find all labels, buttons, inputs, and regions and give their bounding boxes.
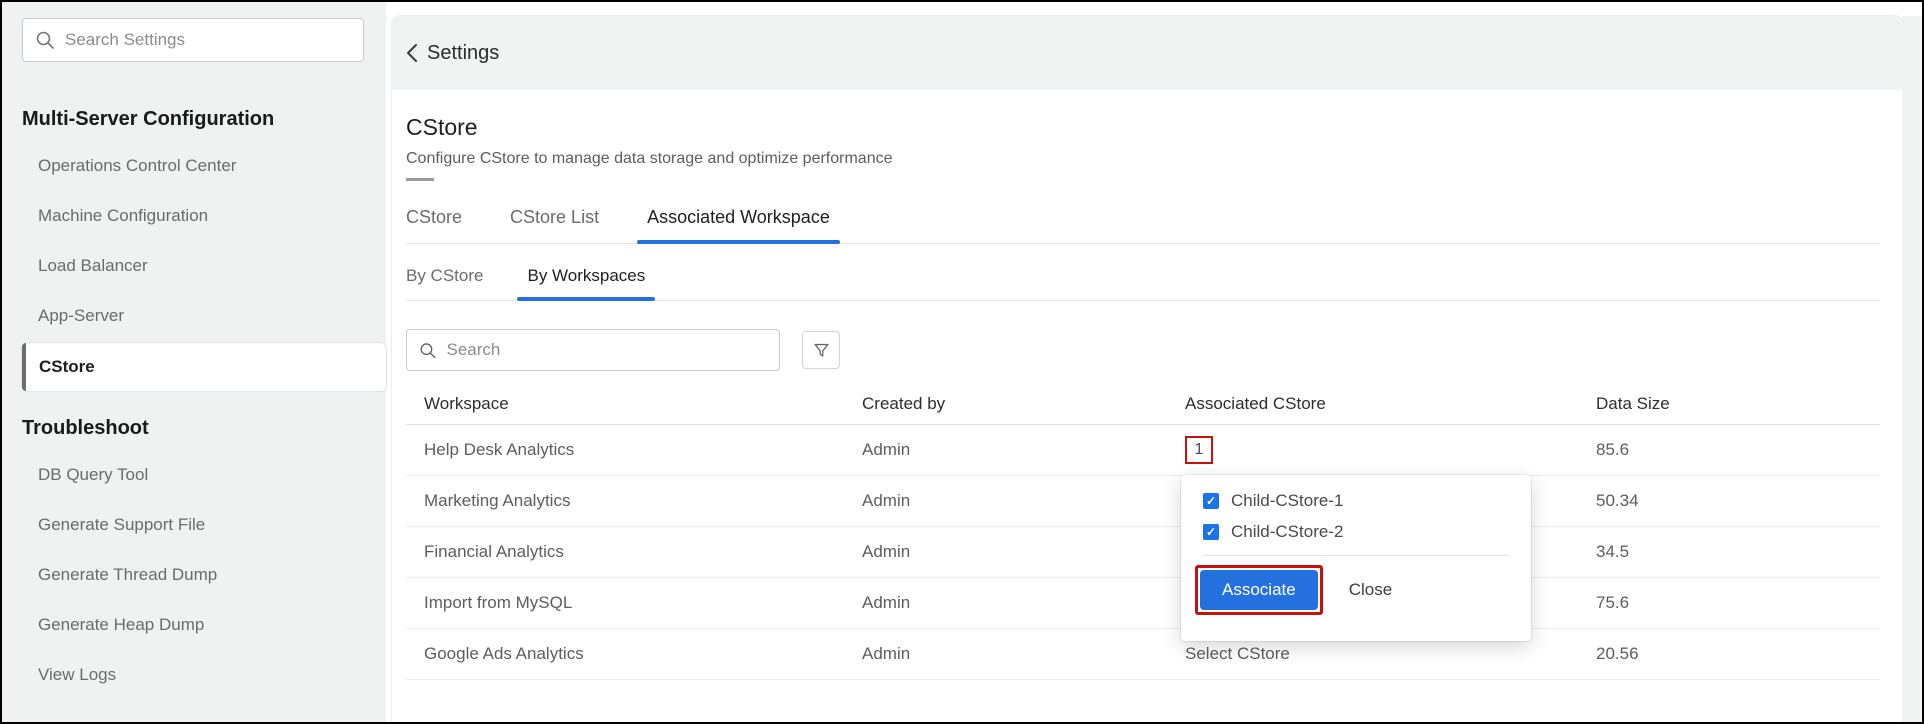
cell-created-by: Admin (844, 440, 1167, 460)
app-window: Multi-Server Configuration Operations Co… (0, 0, 1924, 724)
cell-created-by: Admin (844, 542, 1167, 562)
main-area: Settings CStore Configure CStore to mana… (386, 2, 1902, 722)
cell-created-by: Admin (844, 644, 1167, 664)
col-header-workspace: Workspace (406, 394, 844, 414)
right-gutter (1902, 16, 1922, 722)
popup-option-child-cstore-2[interactable]: ✓ Child-CStore-2 (1203, 522, 1531, 542)
sidebar-item-load-balancer[interactable]: Load Balancer (22, 241, 386, 291)
sidebar-search[interactable] (22, 18, 364, 62)
search-icon (35, 30, 55, 50)
cell-workspace: Help Desk Analytics (406, 440, 844, 460)
cell-data-size: 20.56 (1578, 644, 1880, 664)
cell-workspace: Financial Analytics (406, 542, 844, 562)
back-button[interactable] (406, 43, 418, 63)
page-subtitle: Configure CStore to manage data storage … (406, 150, 1902, 168)
sidebar-item-generate-heap-dump[interactable]: Generate Heap Dump (22, 600, 386, 650)
settings-sidebar: Multi-Server Configuration Operations Co… (2, 2, 386, 722)
cell-created-by: Admin (844, 593, 1167, 613)
cell-associated-cstore: 1 (1167, 436, 1578, 464)
tab-cstore-list[interactable]: CStore List (500, 207, 609, 243)
subtab-by-cstore[interactable]: By CStore (396, 266, 493, 300)
sidebar-item-app-server[interactable]: App-Server (22, 291, 386, 341)
sidebar-item-machine-configuration[interactable]: Machine Configuration (22, 191, 386, 241)
associated-cstore-count-badge[interactable]: 1 (1185, 436, 1213, 464)
popup-option-child-cstore-1[interactable]: ✓ Child-CStore-1 (1203, 491, 1531, 511)
filter-button[interactable] (802, 331, 840, 369)
col-header-data-size: Data Size (1578, 394, 1880, 414)
sidebar-section-title: Multi-Server Configuration (22, 108, 386, 131)
subtab-by-workspaces[interactable]: By Workspaces (517, 266, 655, 300)
sidebar-item-label: CStore (26, 357, 95, 377)
search-icon (419, 341, 437, 360)
table-row: Import from MySQL Admin 75.6 (406, 578, 1880, 629)
cell-created-by: Admin (844, 491, 1167, 511)
cell-workspace: Import from MySQL (406, 593, 844, 613)
tab-associated-workspace[interactable]: Associated Workspace (637, 207, 840, 243)
col-header-associated-cstore: Associated CStore (1167, 394, 1578, 414)
col-header-created-by: Created by (844, 394, 1167, 414)
filter-funnel-icon (813, 342, 830, 359)
sidebar-item-view-logs[interactable]: View Logs (22, 650, 386, 700)
sidebar-item-generate-thread-dump[interactable]: Generate Thread Dump (22, 550, 386, 600)
cell-data-size: 75.6 (1578, 593, 1880, 613)
table-row: Google Ads Analytics Admin Select CStore… (406, 629, 1880, 680)
popup-option-label: Child-CStore-2 (1231, 522, 1343, 542)
tab-cstore[interactable]: CStore (396, 207, 472, 243)
cell-data-size: 34.5 (1578, 542, 1880, 562)
associate-cstore-popup: ✓ Child-CStore-1 ✓ Child-CStore-2 Associ… (1181, 475, 1531, 641)
panel-body: CStore Configure CStore to manage data s… (392, 90, 1902, 722)
close-button[interactable]: Close (1349, 580, 1392, 600)
checkbox-checked-icon[interactable]: ✓ (1203, 524, 1219, 540)
header-title[interactable]: Settings (427, 42, 499, 65)
sidebar-item-operations-control-center[interactable]: Operations Control Center (22, 141, 386, 191)
sidebar-section-title: Troubleshoot (22, 417, 386, 440)
checkbox-checked-icon[interactable]: ✓ (1203, 493, 1219, 509)
sidebar-item-generate-support-file[interactable]: Generate Support File (22, 500, 386, 550)
settings-panel: Settings CStore Configure CStore to mana… (392, 16, 1902, 722)
sidebar-item-cstore[interactable]: CStore (22, 343, 386, 391)
workspaces-table: Workspace Created by Associated CStore D… (406, 383, 1880, 680)
associate-button[interactable]: Associate (1200, 570, 1318, 610)
subtab-bar: By CStore By Workspaces (406, 266, 1880, 301)
popup-divider (1203, 555, 1509, 556)
annotation-highlight-box: Associate (1195, 565, 1323, 615)
table-search-input[interactable] (447, 340, 768, 360)
table-search[interactable] (406, 329, 780, 371)
table-row: Marketing Analytics Admin 50.34 (406, 476, 1880, 527)
table-row: Financial Analytics Admin 34.5 (406, 527, 1880, 578)
popup-option-label: Child-CStore-1 (1231, 491, 1343, 511)
subtitle-rule (406, 178, 434, 181)
cell-workspace: Marketing Analytics (406, 491, 844, 511)
popup-actions: Associate Close (1195, 565, 1531, 615)
table-toolbar (406, 329, 1902, 371)
select-cstore-dropdown[interactable]: Select CStore (1167, 644, 1578, 664)
table-header-row: Workspace Created by Associated CStore D… (406, 383, 1880, 425)
table-row: Help Desk Analytics Admin 1 85.6 (406, 425, 1880, 476)
sidebar-search-input[interactable] (65, 30, 351, 50)
chevron-left-icon (406, 43, 418, 63)
cell-data-size: 85.6 (1578, 440, 1880, 460)
tab-bar: CStore CStore List Associated Workspace (406, 207, 1880, 244)
cell-data-size: 50.34 (1578, 491, 1880, 511)
panel-header: Settings (392, 16, 1902, 90)
sidebar-item-db-query-tool[interactable]: DB Query Tool (22, 450, 386, 500)
cell-workspace: Google Ads Analytics (406, 644, 844, 664)
page-title: CStore (406, 114, 1902, 141)
